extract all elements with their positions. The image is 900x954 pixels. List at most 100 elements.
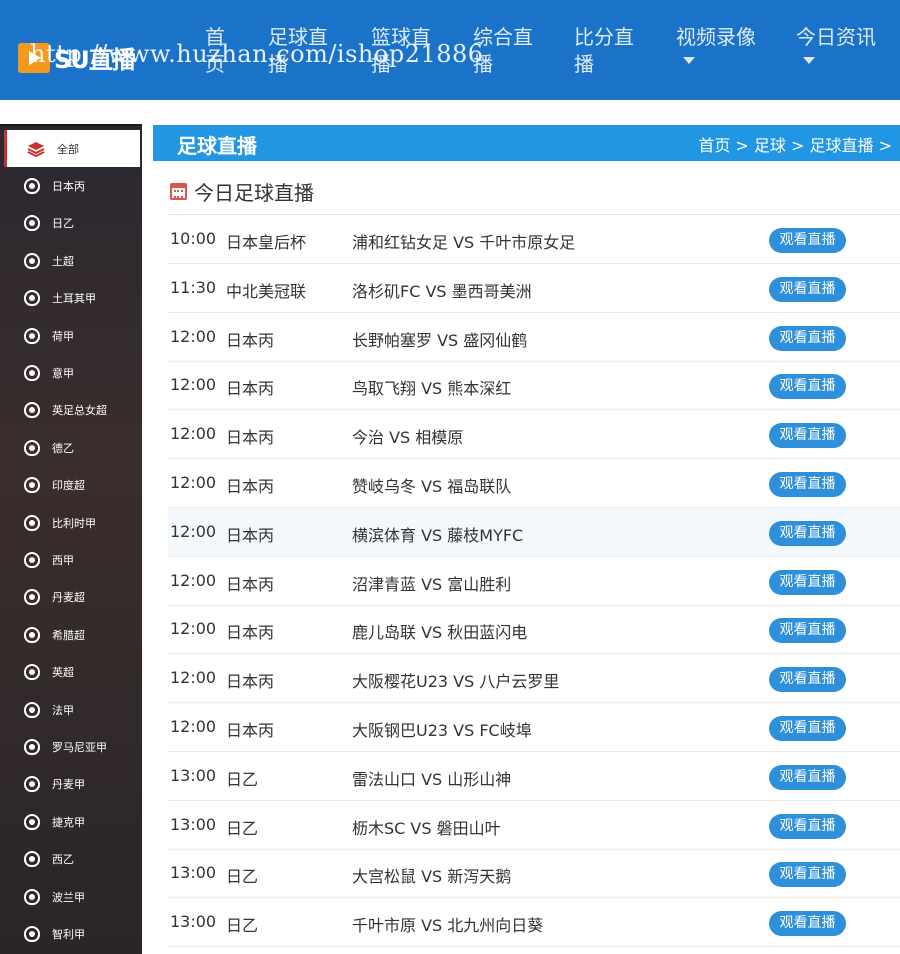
match-teams[interactable]: 大宫松鼠 VS 新泻天鹅 bbox=[352, 863, 511, 887]
match-time: 12:00 bbox=[170, 375, 217, 395]
nav-video-replay[interactable]: 视频录像 bbox=[676, 24, 776, 64]
match-league: 日本丙 bbox=[226, 721, 275, 740]
sidebar-item[interactable]: 智利甲 bbox=[4, 915, 140, 952]
breadcrumb[interactable]: 首页 > 足球 > 足球直播 > bbox=[698, 132, 892, 156]
nav-score-live[interactable]: 比分直播 bbox=[574, 24, 636, 78]
nav-label: 今日资讯 bbox=[796, 25, 876, 49]
match-row: 10:00 日本皇后杯 浦和红钻女足 VS 千叶市原女足 观看直播 bbox=[168, 215, 900, 264]
match-league: 日本皇后杯 bbox=[226, 233, 307, 252]
sidebar-item[interactable]: 英足总女超 bbox=[4, 392, 140, 429]
sidebar-item[interactable]: 德乙 bbox=[4, 429, 140, 466]
match-teams[interactable]: 大阪樱花U23 VS 八户云罗里 bbox=[352, 668, 559, 692]
sidebar-item-label: 法甲 bbox=[52, 703, 74, 717]
match-time: 12:00 bbox=[170, 717, 217, 736]
watch-live-button[interactable]: 观看直播 bbox=[769, 862, 846, 888]
sidebar-item[interactable]: 罗马尼亚甲 bbox=[4, 728, 140, 765]
match-teams[interactable]: 洛杉矶FC VS 墨西哥美洲 bbox=[352, 278, 532, 302]
match-teams[interactable]: 长野帕塞罗 VS 盛冈仙鹤 bbox=[352, 327, 527, 351]
sidebar-item[interactable]: 波兰甲 bbox=[4, 878, 140, 915]
match-time: 13:00 bbox=[170, 863, 217, 883]
sidebar-item[interactable]: 英超 bbox=[4, 654, 140, 691]
league-badge-icon bbox=[24, 925, 40, 942]
watch-live-button[interactable]: 观看直播 bbox=[769, 911, 846, 937]
match-row: 13:00 日乙 千叶市原 VS 北九州向日葵 观看直播 bbox=[168, 898, 900, 948]
watch-live-button[interactable]: 观看直播 bbox=[769, 472, 846, 497]
league-badge-icon bbox=[24, 402, 40, 419]
sidebar-item[interactable]: 日本丙 bbox=[4, 167, 140, 204]
watch-live-button[interactable]: 观看直播 bbox=[769, 374, 846, 400]
match-row: 12:00 日本丙 大阪樱花U23 VS 八户云罗里 观看直播 bbox=[168, 654, 900, 704]
watch-live-button[interactable]: 观看直播 bbox=[769, 813, 846, 839]
match-time: 12:00 bbox=[170, 521, 217, 541]
sidebar-item-label: 德乙 bbox=[52, 441, 74, 455]
sidebar-item[interactable]: 意甲 bbox=[4, 354, 140, 391]
nav-label: 视频录像 bbox=[676, 25, 756, 49]
match-teams[interactable]: 横滨体育 VS 藤枝MYFC bbox=[352, 522, 523, 546]
league-badge-icon bbox=[24, 177, 40, 194]
league-badge-icon bbox=[24, 589, 40, 606]
match-row: 12:00 日本丙 今治 VS 相模原 观看直播 bbox=[168, 410, 900, 460]
match-league: 日本丙 bbox=[226, 672, 275, 692]
watch-live-button[interactable]: 观看直播 bbox=[769, 276, 846, 302]
match-time: 10:00 bbox=[170, 229, 217, 248]
sidebar-item[interactable]: 土超 bbox=[4, 242, 140, 279]
match-teams[interactable]: 枥木SC VS 磐田山叶 bbox=[352, 815, 501, 839]
match-time: 12:00 bbox=[170, 473, 217, 492]
watch-live-button[interactable]: 观看直播 bbox=[769, 569, 846, 595]
sidebar-item[interactable]: 印度超 bbox=[4, 467, 140, 504]
match-teams[interactable]: 今治 VS 相模原 bbox=[352, 424, 463, 448]
sidebar-item[interactable]: 希腊超 bbox=[4, 616, 140, 653]
nav-today-news[interactable]: 今日资讯 bbox=[796, 24, 896, 64]
sidebar-item-label: 罗马尼亚甲 bbox=[52, 740, 107, 754]
match-league: 日乙 bbox=[226, 769, 259, 789]
site-header: SU直播 首页 足球直播 篮球直播 综合直播 比分直播 视频录像 今日资讯 ht… bbox=[0, 0, 900, 100]
league-badge-icon bbox=[24, 701, 40, 718]
watch-live-button[interactable]: 观看直播 bbox=[769, 423, 846, 449]
match-teams[interactable]: 浦和红钻女足 VS 千叶市原女足 bbox=[352, 229, 575, 253]
sidebar-item[interactable]: 法甲 bbox=[4, 691, 140, 728]
sidebar-item[interactable]: 西乙 bbox=[4, 841, 140, 878]
watch-live-button[interactable]: 观看直播 bbox=[769, 325, 846, 351]
sidebar-item[interactable]: 全部 bbox=[4, 130, 140, 167]
watch-live-button[interactable]: 观看直播 bbox=[769, 520, 846, 546]
sidebar-item[interactable]: 土耳其甲 bbox=[4, 280, 140, 317]
match-teams[interactable]: 大阪钢巴U23 VS FC岐埠 bbox=[352, 717, 532, 741]
caret-down-icon bbox=[803, 57, 815, 64]
sidebar-item-label: 日乙 bbox=[52, 217, 74, 231]
watch-live-button[interactable]: 观看直播 bbox=[769, 667, 846, 693]
match-teams[interactable]: 鹿儿岛联 VS 秋田蓝闪电 bbox=[352, 619, 527, 643]
sidebar-item[interactable]: 捷克甲 bbox=[4, 803, 140, 840]
match-teams[interactable]: 千叶市原 VS 北九州向日葵 bbox=[352, 912, 543, 936]
sidebar-item-label: 荷甲 bbox=[52, 329, 74, 343]
watch-live-button[interactable]: 观看直播 bbox=[769, 764, 846, 790]
sidebar-item-label: 波兰甲 bbox=[52, 890, 85, 904]
sidebar-item-label: 印度超 bbox=[52, 479, 85, 493]
league-badge-icon bbox=[24, 252, 40, 269]
match-teams[interactable]: 沼津青蓝 VS 富山胜利 bbox=[352, 571, 511, 595]
match-time: 12:00 bbox=[170, 619, 217, 639]
sidebar-item[interactable]: 西甲 bbox=[4, 541, 140, 578]
match-league: 日乙 bbox=[226, 818, 259, 838]
sidebar-item-label: 西乙 bbox=[52, 853, 74, 867]
match-teams[interactable]: 鸟取飞翔 VS 熊本深红 bbox=[352, 375, 511, 399]
watch-live-button[interactable]: 观看直播 bbox=[769, 228, 846, 253]
sidebar-item[interactable]: 荷甲 bbox=[4, 317, 140, 354]
match-time: 13:00 bbox=[170, 814, 217, 834]
league-badge-icon bbox=[24, 664, 40, 681]
match-teams[interactable]: 赞岐乌冬 VS 福岛联队 bbox=[352, 473, 511, 497]
match-league: 日本丙 bbox=[226, 623, 275, 643]
match-league: 日本丙 bbox=[226, 428, 275, 448]
sidebar-item[interactable]: 日乙 bbox=[4, 205, 140, 242]
league-badge-icon bbox=[24, 738, 40, 755]
sidebar-item[interactable]: 比利时甲 bbox=[4, 504, 140, 541]
layers-icon bbox=[27, 141, 45, 157]
match-row: 12:00 日本丙 大阪钢巴U23 VS FC岐埠 观看直播 bbox=[168, 703, 900, 752]
sidebar-item[interactable]: 丹麦超 bbox=[4, 579, 140, 616]
section-title: 足球直播 bbox=[177, 134, 257, 158]
watch-live-button[interactable]: 观看直播 bbox=[769, 618, 846, 644]
match-teams[interactable]: 雷法山口 VS 山形山神 bbox=[352, 766, 511, 790]
league-badge-icon bbox=[24, 551, 40, 568]
league-sidebar: 全部 日本丙日乙土超 土耳其甲荷甲意甲 英足总女超德乙印度超比利时甲 西甲 丹麦超 希腊超英… bbox=[0, 124, 142, 954]
sidebar-item[interactable]: 丹麦甲 bbox=[4, 766, 140, 803]
watch-live-button[interactable]: 观看直播 bbox=[769, 716, 846, 741]
